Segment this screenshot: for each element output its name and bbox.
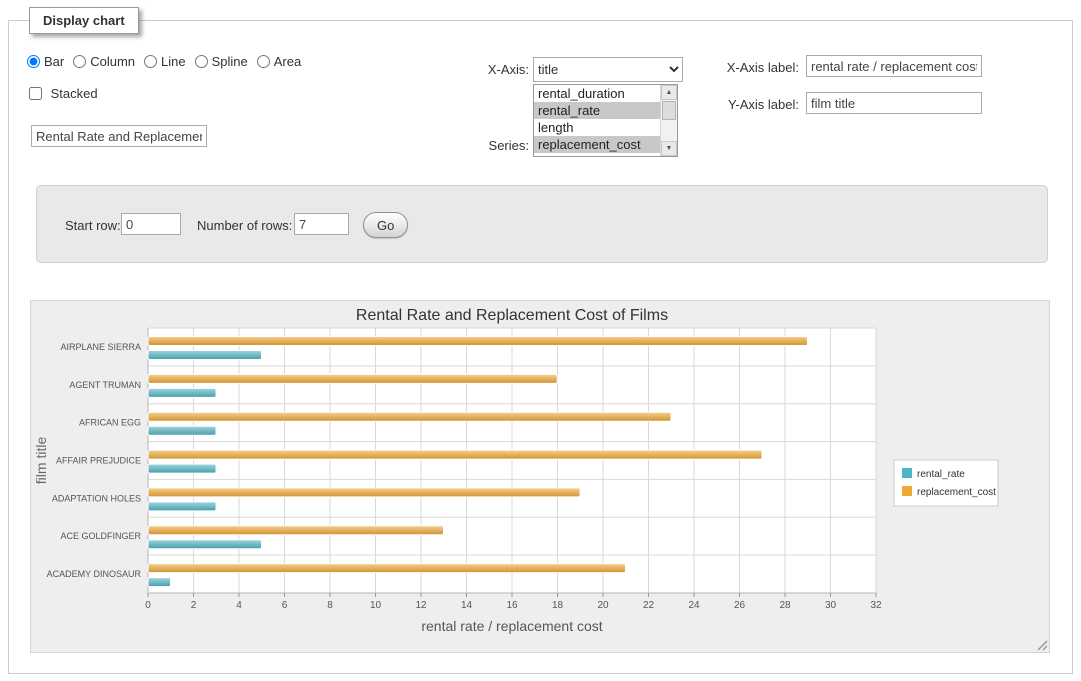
row-range-panel: Start row: Number of rows: Go bbox=[36, 185, 1048, 263]
chart-type-radio-bar[interactable] bbox=[27, 55, 40, 68]
x-tick-label: 14 bbox=[461, 600, 473, 611]
chart-type-label: Area bbox=[274, 54, 301, 69]
x-tick-label: 12 bbox=[415, 600, 427, 611]
category-label: ACADEMY DINOSAUR bbox=[47, 569, 142, 579]
x-tick-label: 10 bbox=[370, 600, 382, 611]
category-label: AFRICAN EGG bbox=[79, 418, 141, 428]
category-label: ADAPTATION HOLES bbox=[52, 493, 141, 503]
num-rows-label: Number of rows: bbox=[197, 218, 292, 233]
bar-rental_rate[interactable] bbox=[148, 388, 216, 397]
stacked-label: Stacked bbox=[51, 86, 98, 101]
num-rows-input[interactable] bbox=[294, 213, 349, 235]
bar-replacement_cost[interactable] bbox=[148, 526, 444, 535]
x-tick-label: 32 bbox=[870, 600, 882, 611]
x-tick-label: 28 bbox=[779, 600, 791, 611]
x-tick-label: 6 bbox=[282, 600, 288, 611]
legend-swatch-replacement_cost bbox=[902, 486, 912, 496]
bar-chart: 02468101214161820222426283032AIRPLANE SI… bbox=[32, 302, 1048, 648]
x-tick-label: 22 bbox=[643, 600, 655, 611]
stacked-checkbox[interactable] bbox=[29, 87, 42, 100]
display-chart-fieldset: Display chart BarColumnLineSplineArea St… bbox=[8, 20, 1073, 674]
chart-type-label: Spline bbox=[212, 54, 248, 69]
start-row-input[interactable] bbox=[121, 213, 181, 235]
stacked-option[interactable]: Stacked bbox=[29, 86, 98, 101]
x-tick-label: 16 bbox=[506, 600, 518, 611]
yaxis-label-field-label: Y-Axis label: bbox=[637, 97, 799, 112]
x-tick-label: 4 bbox=[236, 600, 242, 611]
chart-title: Rental Rate and Replacement Cost of Film… bbox=[356, 307, 668, 324]
xaxis-select-label: X-Axis: bbox=[429, 62, 529, 77]
bar-replacement_cost[interactable] bbox=[148, 374, 557, 383]
chart-type-label: Bar bbox=[44, 54, 64, 69]
series-listbox-scrollbar[interactable]: ▲ ▼ bbox=[660, 85, 677, 156]
bar-replacement_cost[interactable] bbox=[148, 412, 671, 421]
bar-rental_rate[interactable] bbox=[148, 578, 171, 587]
xaxis-label-field-label: X-Axis label: bbox=[637, 60, 799, 75]
chart-type-option-line[interactable]: Line bbox=[144, 54, 186, 69]
chart-legend: rental_rate replacement_cost bbox=[894, 460, 998, 506]
chart-type-radio-spline[interactable] bbox=[195, 55, 208, 68]
x-tick-label: 24 bbox=[688, 600, 700, 611]
bar-replacement_cost[interactable] bbox=[148, 564, 626, 573]
series-options: rental_durationrental_ratelengthreplacem… bbox=[534, 85, 660, 156]
chart-type-option-spline[interactable]: Spline bbox=[195, 54, 248, 69]
category-label: AFFAIR PREJUDICE bbox=[56, 456, 141, 466]
x-tick-label: 2 bbox=[191, 600, 197, 611]
start-row-label: Start row: bbox=[65, 218, 121, 233]
chart-type-option-bar[interactable]: Bar bbox=[27, 54, 64, 69]
x-axis-title: rental rate / replacement cost bbox=[421, 618, 602, 634]
xaxis-label-input[interactable] bbox=[806, 55, 982, 77]
series-option-replacement_cost[interactable]: replacement_cost bbox=[534, 136, 660, 153]
go-button[interactable]: Go bbox=[363, 212, 408, 238]
chart-type-radio-group: Bar Column Line Spline Area bbox=[27, 54, 310, 69]
chart-type-label: Line bbox=[161, 54, 186, 69]
series-option-length[interactable]: length bbox=[534, 119, 660, 136]
chart-type-radio-column[interactable] bbox=[73, 55, 86, 68]
legend-label-replacement_cost[interactable]: replacement_cost bbox=[917, 487, 996, 498]
resize-handle-icon[interactable] bbox=[1035, 638, 1048, 651]
category-label: AGENT TRUMAN bbox=[69, 380, 141, 390]
bar-replacement_cost[interactable] bbox=[148, 337, 808, 346]
bar-rental_rate[interactable] bbox=[148, 351, 262, 360]
bar-rental_rate[interactable] bbox=[148, 540, 262, 549]
scroll-down-icon[interactable]: ▼ bbox=[661, 141, 677, 156]
category-label: AIRPLANE SIERRA bbox=[60, 342, 141, 352]
chart-type-label: Column bbox=[90, 54, 135, 69]
yaxis-label-input[interactable] bbox=[806, 92, 982, 114]
x-tick-label: 20 bbox=[597, 600, 609, 611]
x-tick-label: 30 bbox=[825, 600, 837, 611]
chart-type-option-area[interactable]: Area bbox=[257, 54, 301, 69]
chart-type-radio-area[interactable] bbox=[257, 55, 270, 68]
bar-rental_rate[interactable] bbox=[148, 426, 216, 435]
x-tick-label: 18 bbox=[552, 600, 564, 611]
x-tick-label: 0 bbox=[145, 600, 151, 611]
bar-replacement_cost[interactable] bbox=[148, 450, 762, 459]
bar-rental_rate[interactable] bbox=[148, 502, 216, 511]
bar-rental_rate[interactable] bbox=[148, 464, 216, 473]
fieldset-legend: Display chart bbox=[29, 7, 139, 34]
chart-type-option-column[interactable]: Column bbox=[73, 54, 135, 69]
legend-swatch-rental_rate bbox=[902, 468, 912, 478]
category-label: ACE GOLDFINGER bbox=[60, 531, 141, 541]
x-tick-label: 26 bbox=[734, 600, 746, 611]
chart-type-radio-line[interactable] bbox=[144, 55, 157, 68]
x-tick-label: 8 bbox=[327, 600, 333, 611]
series-listbox-label: Series: bbox=[429, 138, 529, 153]
legend-label-rental_rate[interactable]: rental_rate bbox=[917, 469, 965, 480]
chart-container: 02468101214161820222426283032AIRPLANE SI… bbox=[30, 300, 1050, 653]
y-axis-title: film title bbox=[33, 437, 49, 485]
series-listbox[interactable]: rental_durationrental_ratelengthreplacem… bbox=[533, 84, 678, 157]
bar-replacement_cost[interactable] bbox=[148, 488, 580, 497]
chart-title-input[interactable] bbox=[31, 125, 207, 147]
